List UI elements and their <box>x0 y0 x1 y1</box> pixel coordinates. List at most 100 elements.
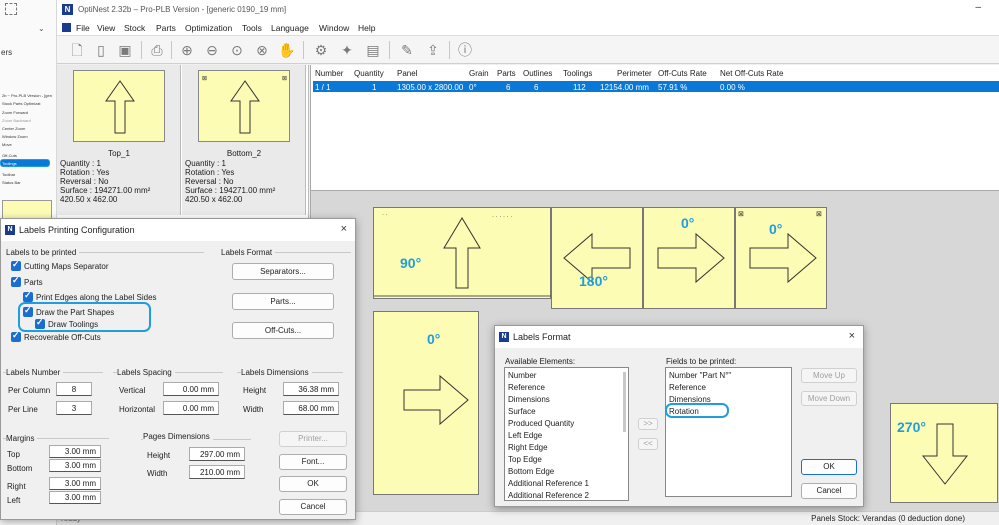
vertical-spacing-input[interactable]: 0.00 mm <box>163 382 219 396</box>
print-edges-checkbox[interactable] <box>23 290 33 302</box>
label-card[interactable]: ⊠ ⊠ Bottom_2 Quantity : 1 Rotation : Yes… <box>182 65 306 215</box>
ok-button[interactable]: OK <box>801 459 857 475</box>
list-item[interactable]: Additional Reference 1 <box>508 479 589 488</box>
add-field-button[interactable]: >> <box>638 418 658 430</box>
column-header[interactable]: Outlines <box>523 69 552 78</box>
left-arrow-icon <box>563 232 631 284</box>
list-item[interactable]: Left Edge <box>508 431 542 440</box>
recoverable-offcuts-checkbox[interactable] <box>11 330 21 342</box>
table-cell: 57.91 % <box>658 83 688 92</box>
top-margin-input[interactable]: 3.00 mm <box>49 445 101 458</box>
menu-stock[interactable]: Stock <box>124 23 145 33</box>
menu-window[interactable]: Window <box>319 23 349 33</box>
edit-icon[interactable]: ✎ <box>397 40 417 60</box>
offcuts-button[interactable]: Off-Cuts... <box>232 322 334 339</box>
column-header[interactable]: Parts <box>497 69 516 78</box>
label-width-input[interactable]: 68.00 mm <box>283 401 339 415</box>
printer-button[interactable]: Printer... <box>279 431 347 447</box>
bottom-margin-input[interactable]: 3.00 mm <box>49 459 101 472</box>
menu-language[interactable]: Language <box>271 23 309 33</box>
list-item[interactable]: Reference <box>669 383 706 392</box>
zoom-center-icon[interactable]: ⊙ <box>227 40 247 60</box>
group-label: Labels Number <box>6 368 64 377</box>
left-margin-input[interactable]: 3.00 mm <box>49 491 101 504</box>
column-header[interactable]: Toolings <box>563 69 592 78</box>
fields-to-print-list[interactable]: Number "Part N°" Reference Dimensions Ro… <box>665 367 792 497</box>
minimize-button[interactable]: – <box>975 2 981 13</box>
part-shape[interactable] <box>373 311 479 495</box>
column-header[interactable]: Panel <box>397 69 417 78</box>
menu-parts[interactable]: Parts <box>156 23 176 33</box>
column-header[interactable]: Net Off-Cuts Rate <box>720 69 783 78</box>
page-width-input[interactable]: 210.00 mm <box>189 465 245 479</box>
document-menu-icon[interactable] <box>62 23 71 32</box>
label-card[interactable]: Top_1 Quantity : 1 Rotation : Yes Revers… <box>57 65 181 215</box>
open-file-icon[interactable]: ▯ <box>91 40 111 60</box>
cancel-button[interactable]: Cancel <box>801 483 857 499</box>
width-label: Width <box>243 405 264 414</box>
list-item[interactable]: Number <box>508 371 536 380</box>
column-header[interactable]: Number <box>315 69 343 78</box>
list-item[interactable]: Right Edge <box>508 443 548 452</box>
list-item[interactable]: Number "Part N°" <box>669 371 731 380</box>
separators-button[interactable]: Separators... <box>232 263 334 280</box>
parts-button[interactable]: Parts... <box>232 293 334 310</box>
save-icon[interactable]: ▣ <box>115 40 135 60</box>
close-icon[interactable]: × <box>849 330 855 342</box>
per-column-input[interactable]: 8 <box>56 382 92 396</box>
list-item[interactable]: Dimensions <box>508 395 550 404</box>
horizontal-spacing-input[interactable]: 0.00 mm <box>163 401 219 415</box>
export-icon[interactable]: ⇪ <box>423 40 443 60</box>
label-quantity: Quantity : 1 <box>60 159 101 168</box>
parts-icon[interactable]: ✦ <box>337 40 357 60</box>
menu-optimization[interactable]: Optimization <box>185 23 232 33</box>
pan-hand-icon[interactable]: ✋ <box>277 40 297 60</box>
list-item[interactable]: Bottom Edge <box>508 467 554 476</box>
checkbox-label: Recoverable Off-Cuts <box>24 333 101 342</box>
column-header[interactable]: Quantity <box>354 69 384 78</box>
move-up-button[interactable]: Move Up <box>801 368 857 383</box>
parts-checkbox[interactable] <box>11 275 21 287</box>
checkbox-label: Print Edges along the Label Sides <box>36 293 157 302</box>
info-icon[interactable]: ⓘ <box>455 40 475 60</box>
page-height-input[interactable]: 297.00 mm <box>189 447 245 461</box>
column-header[interactable]: Grain <box>469 69 489 78</box>
right-margin-input[interactable]: 3.00 mm <box>49 477 101 490</box>
list-item[interactable]: Produced Quantity <box>508 419 574 428</box>
part-shape[interactable]: · · · · · · · · <box>373 207 552 299</box>
up-arrow-icon <box>105 80 135 134</box>
zoom-out-icon[interactable]: ⊖ <box>202 40 222 60</box>
close-icon[interactable]: × <box>341 223 347 235</box>
group-label: Labels Spacing <box>117 368 175 377</box>
column-header[interactable]: Off-Cuts Rate <box>658 69 707 78</box>
menu-view[interactable]: View <box>97 23 115 33</box>
column-header[interactable]: Perimeter <box>617 69 652 78</box>
list-item[interactable]: Top Edge <box>508 455 542 464</box>
zoom-in-icon[interactable]: ⊕ <box>177 40 197 60</box>
scrollbar-thumb[interactable] <box>623 372 626 432</box>
menu-help[interactable]: Help <box>358 23 375 33</box>
document-icon[interactable]: ▤ <box>363 40 383 60</box>
ok-button[interactable]: OK <box>279 476 347 492</box>
new-file-icon[interactable]: 🗋 <box>67 40 87 60</box>
available-elements-list[interactable]: Number Reference Dimensions Surface Prod… <box>504 367 629 501</box>
settings-icon[interactable]: ⚙ <box>311 40 331 60</box>
list-item[interactable]: Reference <box>508 383 545 392</box>
group-label: Margins <box>6 434 38 443</box>
move-down-button[interactable]: Move Down <box>801 391 857 406</box>
page-height-label: Height <box>147 451 171 460</box>
font-button[interactable]: Font... <box>279 454 347 470</box>
cancel-button[interactable]: Cancel <box>279 499 347 515</box>
part-shape[interactable] <box>890 403 998 503</box>
print-icon[interactable]: ⎙ <box>147 40 167 60</box>
list-item[interactable]: Additional Reference 2 <box>508 491 589 500</box>
remove-field-button[interactable]: << <box>638 438 658 450</box>
menu-file[interactable]: File <box>76 23 90 33</box>
zoom-window-icon[interactable]: ⊗ <box>252 40 272 60</box>
cutting-maps-separator-checkbox[interactable] <box>11 259 21 271</box>
label-height-input[interactable]: 36.38 mm <box>283 382 339 396</box>
list-item[interactable]: Surface <box>508 407 536 416</box>
part-shape[interactable] <box>551 207 643 309</box>
per-line-input[interactable]: 3 <box>56 401 92 415</box>
menu-tools[interactable]: Tools <box>242 23 262 33</box>
